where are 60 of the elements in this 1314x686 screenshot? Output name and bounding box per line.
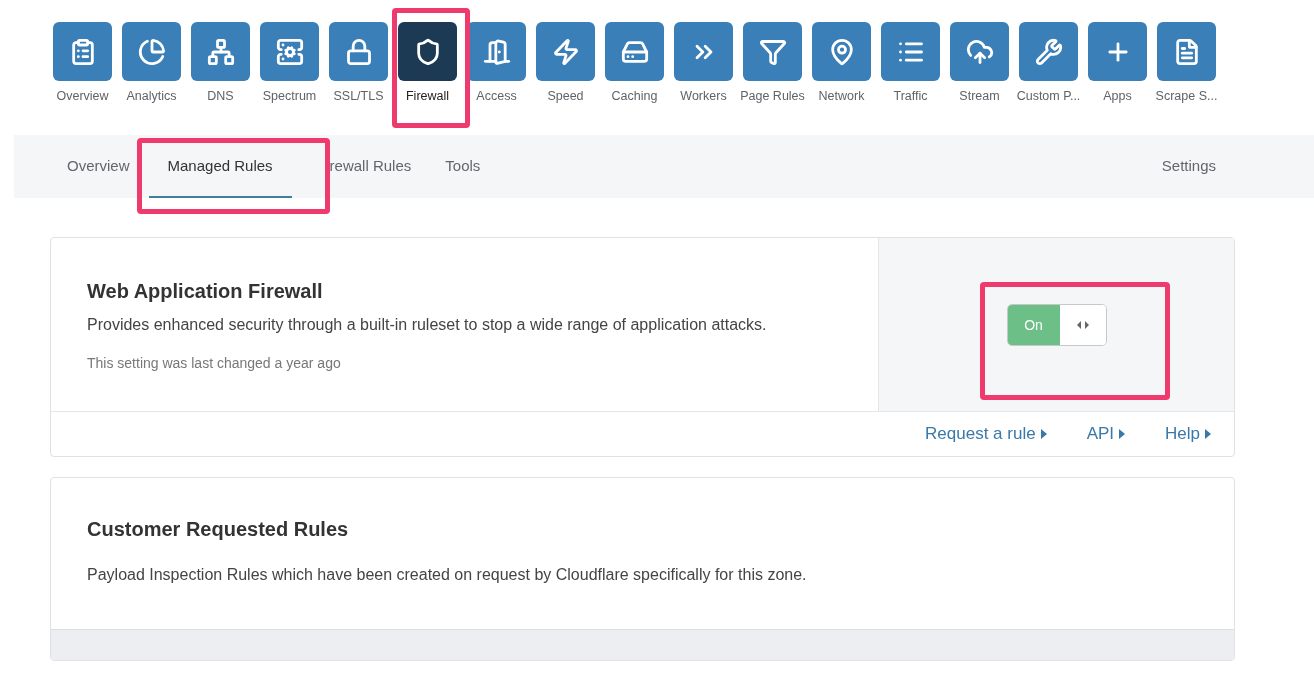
product-label: Page Rules	[740, 89, 805, 104]
product-tile[interactable]	[536, 22, 595, 81]
product-tile[interactable]	[329, 22, 388, 81]
product-label: Stream	[959, 89, 1000, 104]
card-title: Web Application Firewall	[87, 280, 324, 303]
product-tile[interactable]	[743, 22, 802, 81]
tab[interactable]: Tools	[445, 135, 481, 198]
product-tile[interactable]	[191, 22, 250, 81]
product-label: Speed	[547, 89, 584, 104]
caret-icon	[1205, 429, 1211, 439]
pie-chart-icon	[137, 37, 166, 66]
product-tile[interactable]	[122, 22, 181, 81]
product-label: DNS	[207, 89, 234, 104]
product-tile[interactable]	[1157, 22, 1216, 81]
product-label: Scrape S...	[1155, 89, 1218, 104]
product-tile[interactable]	[1088, 22, 1147, 81]
product-tile[interactable]	[53, 22, 112, 81]
product-label: Spectrum	[262, 89, 317, 104]
card-description: Payload Inspection Rules which have been created on request by Cloudflare specifically for this zone.	[87, 565, 808, 585]
product-label: Workers	[680, 89, 727, 104]
network-icon	[206, 37, 235, 66]
arrows-icon	[1076, 320, 1089, 329]
filter-icon	[758, 37, 787, 66]
server-icon	[275, 37, 304, 66]
footer-link[interactable]: Request a rule	[925, 424, 1047, 444]
product-tile[interactable]	[398, 22, 457, 81]
product-label: Apps	[1103, 89, 1132, 104]
product-label: Custom P...	[1016, 89, 1081, 104]
wrench-icon	[1034, 37, 1063, 66]
product-tile[interactable]	[674, 22, 733, 81]
product-label: Overview	[56, 89, 109, 104]
tab[interactable]: Managed Rules	[148, 135, 292, 198]
product-label: Firewall	[405, 89, 450, 104]
product-tile[interactable]	[812, 22, 871, 81]
product-tile[interactable]	[950, 22, 1009, 81]
product-tile[interactable]	[605, 22, 664, 81]
product-label: Traffic	[893, 89, 928, 104]
caret-icon	[1119, 429, 1126, 439]
lock-icon	[344, 37, 373, 66]
door-icon	[482, 37, 511, 66]
product-label: SSL/TLS	[333, 89, 384, 104]
product-tile[interactable]	[1019, 22, 1078, 81]
product-label: Network	[818, 89, 865, 104]
product-tile[interactable]	[260, 22, 319, 81]
product-label: Analytics	[126, 89, 177, 104]
tab[interactable]: Overview	[67, 135, 149, 198]
product-label: Caching	[611, 89, 658, 104]
tab[interactable]: Settings	[1161, 135, 1216, 198]
product-tile[interactable]	[467, 22, 526, 81]
footer-link[interactable]: Help	[1165, 424, 1211, 444]
footer-link[interactable]: API	[1086, 424, 1126, 444]
product-tile[interactable]	[881, 22, 940, 81]
lightning-icon	[551, 37, 580, 66]
cloud-icon	[965, 37, 994, 66]
product-label: Access	[476, 89, 517, 104]
card-title: Customer Requested Rules	[87, 518, 350, 541]
card-note: This setting was last changed a year ago	[87, 355, 342, 371]
card-description: Provides enhanced security through a built-in ruleset to stop a wide range of application attacks.	[87, 315, 768, 335]
tab[interactable]: rewall Rules	[329, 135, 412, 198]
caret-icon	[1040, 429, 1047, 439]
